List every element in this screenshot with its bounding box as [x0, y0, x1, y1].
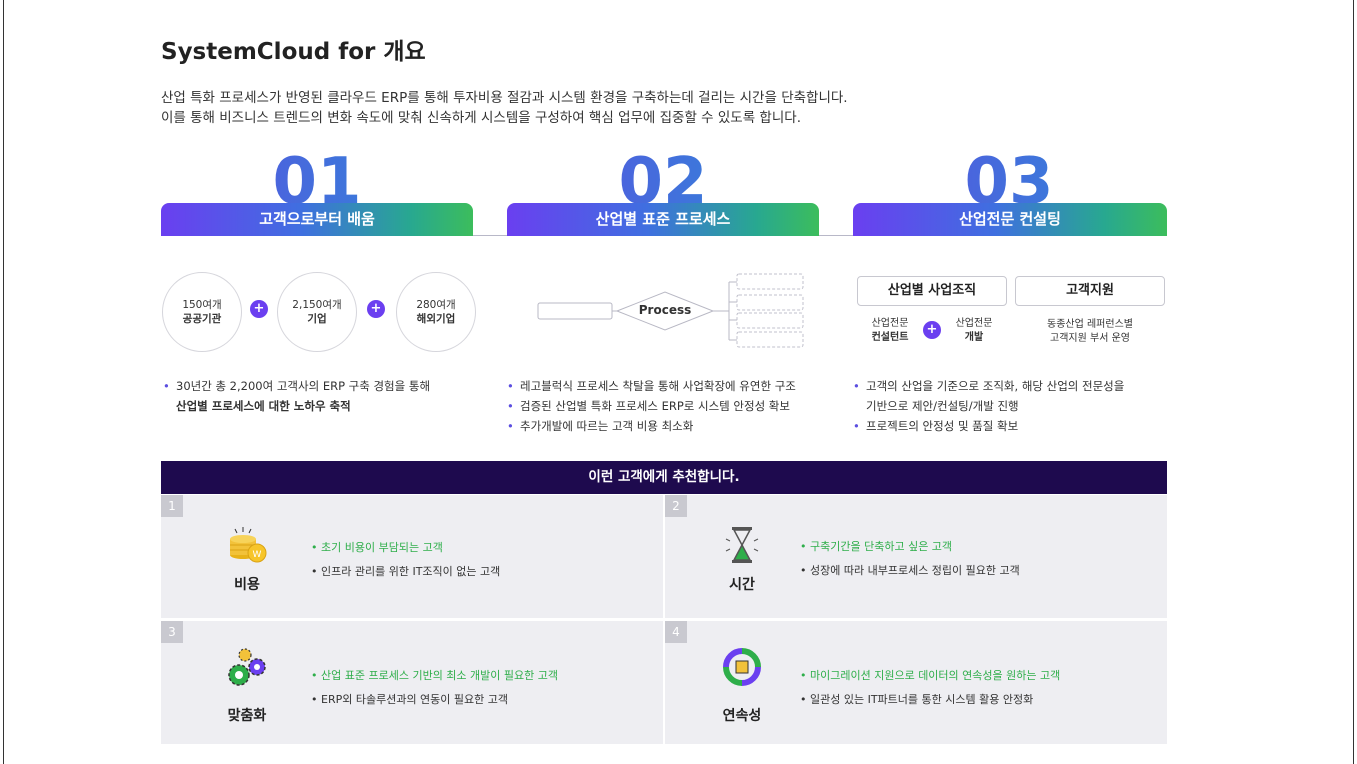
- bullet-item: 산업별 프로세스에 대한 노하우 축적: [176, 399, 351, 413]
- cell-number: 3: [161, 621, 183, 643]
- consultant-label: 산업전문 컨설턴트: [862, 317, 918, 345]
- plus-icon: +: [923, 321, 941, 339]
- recommend-cell-time: 2 시간 구축기간을 단축하고 싶은 고객 성장에 따라 내부프로세스 정립이 …: [665, 495, 1167, 618]
- cell-label: 맞춤화: [227, 708, 267, 724]
- plus-icon: +: [367, 300, 385, 318]
- support-line: 고객지원 부서 운영: [1050, 333, 1130, 344]
- developer-line: 개발: [964, 332, 984, 343]
- cell-line: 성장에 따라 내부프로세스 정립이 필요한 고객: [800, 559, 1020, 583]
- bullet-item: 고객의 산업을 기준으로 조직화, 해당 산업의 전문성을: [853, 376, 1171, 396]
- cell-label: 연속성: [722, 708, 762, 724]
- hourglass-icon: [725, 527, 759, 563]
- cell-line: 인프라 관리를 위한 IT조직이 없는 고객: [311, 560, 500, 584]
- bullet-item: 검증된 산업별 특화 프로세스 ERP로 시스템 안정성 확보: [507, 396, 847, 416]
- cell-highlight: 마이그레이션 지원으로 데이터의 연속성을 원하는 고객: [800, 664, 1060, 688]
- cell-highlight: 초기 비용이 부담되는 고객: [311, 536, 500, 560]
- cell-highlight: 구축기간을 단축하고 싶은 고객: [800, 535, 1020, 559]
- column-3-number: 03: [853, 150, 1165, 206]
- intro-line-1: 산업 특화 프로세스가 반영된 클라우드 ERP를 통해 투자비용 절감과 시스…: [161, 90, 848, 106]
- bullet-item: 추가개발에 따르는 고객 비용 최소화: [507, 416, 847, 436]
- column-3-heading: 산업전문 컨설팅: [853, 203, 1167, 236]
- divider: [819, 235, 853, 236]
- column-1-heading: 고객으로부터 배움: [161, 203, 473, 236]
- column-2-heading: 산업별 표준 프로세스: [507, 203, 819, 236]
- cell-label: 시간: [729, 577, 755, 593]
- customer-support-box: 고객지원: [1015, 276, 1165, 306]
- stat-value: 150여개: [182, 299, 222, 311]
- recommend-cell-customization: 3 맞춤화 산업 표준 프로세스 기반의 최소 개발이 필요한 고객 ERP외 …: [161, 621, 663, 744]
- column-3-bullets: 고객의 산업을 기준으로 조직화, 해당 산업의 전문성을 기반으로 제안/컨설…: [853, 376, 1171, 436]
- consultant-line: 산업전문: [871, 318, 909, 329]
- cell-line: ERP외 타솔루션과의 연동이 필요한 고객: [311, 688, 558, 712]
- page-title: SystemCloud for 개요: [161, 39, 426, 65]
- svg-text:W: W: [253, 550, 262, 560]
- support-desc: 동종산업 레퍼런스별 고객지원 부서 운영: [1015, 318, 1165, 346]
- coins-icon: W: [230, 527, 267, 563]
- column-2-number: 02: [507, 150, 819, 206]
- stat-label: 공공기관: [182, 313, 222, 325]
- column-1-number: 01: [161, 150, 473, 206]
- stat-circle-overseas: 280여개 해외기업: [396, 272, 476, 352]
- cell-highlight: 산업 표준 프로세스 기반의 최소 개발이 필요한 고객: [311, 664, 558, 688]
- bullet-item: 레고블럭식 프로세스 착탈을 통해 사업확장에 유연한 구조: [507, 376, 847, 396]
- gears-icon: [228, 648, 266, 686]
- recommend-cell-cost: 1 W 비용 초기 비용이 부담되는 고객 인프라 관리를 위한 IT조직이 없…: [161, 495, 663, 618]
- cell-number: 4: [665, 621, 687, 643]
- cell-lines: 초기 비용이 부담되는 고객 인프라 관리를 위한 IT조직이 없는 고객: [311, 536, 500, 584]
- cell-lines: 구축기간을 단축하고 싶은 고객 성장에 따라 내부프로세스 정립이 필요한 고…: [800, 535, 1020, 583]
- cycle-icon: [723, 648, 761, 686]
- cell-number: 2: [665, 495, 687, 517]
- bullet-item: 기반으로 제안/컨설팅/개발 진행: [866, 399, 1019, 413]
- support-line: 동종산업 레퍼런스별: [1047, 319, 1133, 330]
- cell-lines: 산업 표준 프로세스 기반의 최소 개발이 필요한 고객 ERP외 타솔루션과의…: [311, 664, 558, 712]
- recommend-cell-continuity: 4 연속성 마이그레이션 지원으로 데이터의 연속성을 원하는 고객 일관성 있…: [665, 621, 1167, 744]
- bullet-item: 프로젝트의 안정성 및 품질 확보: [853, 416, 1171, 436]
- plus-icon: +: [250, 300, 268, 318]
- divider: [473, 235, 507, 236]
- stat-label: 해외기업: [416, 313, 456, 325]
- stat-circle-enterprise: 2,150여개 기업: [277, 272, 357, 352]
- developer-line: 산업전문: [955, 318, 993, 329]
- process-label: Process: [638, 303, 692, 317]
- stat-value: 280여개: [416, 299, 456, 311]
- cell-label: 비용: [234, 577, 260, 593]
- cell-number: 1: [161, 495, 183, 517]
- intro-line-2: 이를 통해 비즈니스 트렌드의 변화 속도에 맞춰 신속하게 시스템을 구성하여…: [161, 110, 801, 126]
- stat-label: 기업: [307, 313, 327, 325]
- stat-value: 2,150여개: [292, 299, 342, 311]
- bullet-item: 30년간 총 2,200여 고객사의 ERP 구축 경험을 통해: [163, 376, 483, 396]
- industry-org-box: 산업별 사업조직: [857, 276, 1007, 306]
- cell-lines: 마이그레이션 지원으로 데이터의 연속성을 원하는 고객 일관성 있는 IT파트…: [800, 664, 1060, 712]
- stat-circle-public: 150여개 공공기관: [162, 272, 242, 352]
- column-1-bullets: 30년간 총 2,200여 고객사의 ERP 구축 경험을 통해 산업별 프로세…: [163, 376, 483, 416]
- intro-text: 산업 특화 프로세스가 반영된 클라우드 ERP를 통해 투자비용 절감과 시스…: [161, 88, 848, 128]
- recommend-header: 이런 고객에게 추천합니다.: [161, 461, 1167, 494]
- cell-line: 일관성 있는 IT파트너를 통한 시스템 활용 안정화: [800, 688, 1060, 712]
- developer-label: 산업전문 개발: [946, 317, 1002, 345]
- consultant-line: 컨설턴트: [871, 332, 909, 343]
- column-2-bullets: 레고블럭식 프로세스 착탈을 통해 사업확장에 유연한 구조 검증된 산업별 특…: [507, 376, 847, 436]
